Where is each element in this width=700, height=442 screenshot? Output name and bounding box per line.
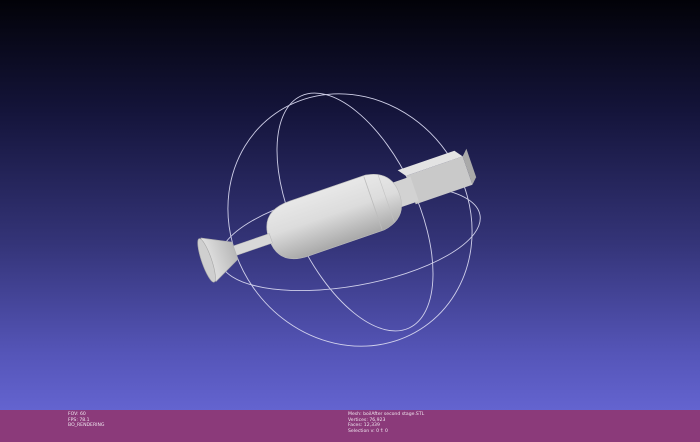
selection-readout: Selection v: 0 f: 0 bbox=[348, 428, 388, 434]
rocket-tank bbox=[266, 174, 402, 260]
mesh-name-readout: Mesh: boilAfter second stage.STL bbox=[348, 412, 425, 417]
status-bar: FOV: 60 FPS: 78.1 BO_RENDERING Mesh: boi… bbox=[0, 410, 700, 442]
scene-canvas[interactable] bbox=[0, 0, 700, 410]
3d-viewport[interactable]: FOV: 60 FPS: 78.1 BO_RENDERING Mesh: boi… bbox=[0, 0, 700, 442]
status-left-info: FOV: 60 FPS: 78.1 BO_RENDERING bbox=[68, 412, 105, 429]
status-right-info: Mesh: boilAfter second stage.STL Vertice… bbox=[348, 412, 424, 434]
render-mode-readout: BO_RENDERING bbox=[68, 423, 105, 429]
